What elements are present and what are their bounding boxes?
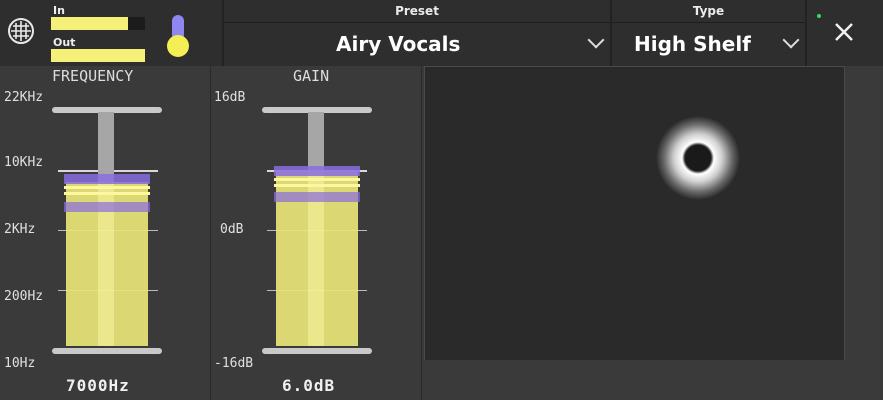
gain-scale-label: 16dB [214, 90, 246, 105]
frequency-band [64, 174, 150, 184]
status-led [817, 14, 821, 18]
chevron-down-icon [782, 31, 800, 49]
frequency-scale-label: 22KHz [4, 90, 44, 105]
preset-title: Preset [395, 4, 439, 18]
gain-scale-label: -16dB [214, 356, 254, 371]
close-icon[interactable] [832, 20, 856, 44]
xy-pad-handle[interactable] [656, 116, 740, 200]
type-value: High Shelf [634, 32, 751, 56]
out-meter-fill [51, 49, 145, 62]
output-toggle[interactable] [166, 15, 190, 59]
out-meter-label: Out [53, 36, 76, 49]
frequency-scale-label: 2KHz [4, 222, 36, 237]
gain-band [274, 166, 360, 176]
type-dropdown[interactable]: Type High Shelf [612, 0, 805, 66]
preset-dropdown[interactable]: Preset Airy Vocals [224, 0, 610, 66]
frequency-scale-label: 10KHz [4, 155, 44, 170]
in-meter-fill [51, 17, 129, 30]
gain-scale-label: 0dB [220, 222, 244, 237]
in-meter-label: In [53, 4, 65, 17]
frequency-scale-label: 10Hz [4, 356, 36, 371]
gain-title: GAIN [293, 67, 330, 85]
xy-pad[interactable] [424, 66, 845, 361]
type-title: Type [692, 4, 725, 18]
gain-value: 6.0dB [282, 376, 336, 395]
frequency-scale-label: 200Hz [4, 289, 44, 304]
gain-slider[interactable] [262, 104, 372, 356]
frequency-slider[interactable] [52, 104, 162, 356]
chevron-down-icon [587, 31, 605, 49]
frequency-value: 7000Hz [66, 376, 130, 395]
preset-value: Airy Vocals [336, 32, 461, 56]
grid-globe-icon[interactable] [7, 17, 35, 45]
in-meter [51, 17, 145, 30]
out-meter [51, 49, 145, 62]
frequency-title: FREQUENCY [52, 67, 134, 85]
